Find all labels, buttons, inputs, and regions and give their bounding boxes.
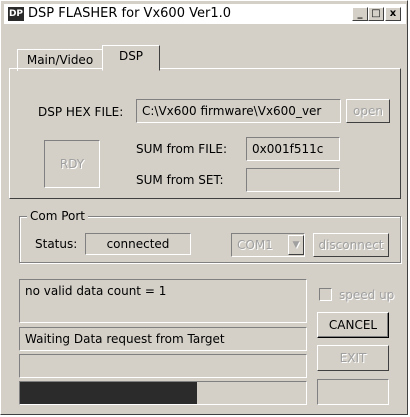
progress-bar xyxy=(19,381,307,405)
dsp-tab-panel: DSP HEX FILE: C:\Vx600 firmware\Vx600_ve… xyxy=(9,68,401,199)
log-message-box: no valid data count = 1 xyxy=(19,279,307,323)
speed-up-checkbox[interactable] xyxy=(319,288,332,301)
com-port-group-label: Com Port xyxy=(27,209,89,223)
tab-dsp[interactable]: DSP xyxy=(102,45,160,71)
exit-button[interactable]: EXIT xyxy=(317,345,389,371)
sum-from-set-field[interactable] xyxy=(246,168,340,192)
window-title: DSP FLASHER for Vx600 Ver1.0 xyxy=(28,6,231,21)
dsp-hex-file-field[interactable]: C:\Vx600 firmware\Vx600_ver xyxy=(136,99,341,123)
sum-from-file-field[interactable]: 0x001f511c xyxy=(246,137,340,161)
progress-fill xyxy=(20,382,198,404)
rdy-indicator: RDY xyxy=(44,140,100,188)
dsp-hex-file-label: DSP HEX FILE: xyxy=(38,105,124,119)
sum-from-file-label: SUM from FILE: xyxy=(136,142,228,156)
small-info-box xyxy=(317,379,389,405)
info-message-box xyxy=(19,354,307,378)
close-button[interactable]: x xyxy=(385,7,401,21)
cancel-button[interactable]: CANCEL xyxy=(317,312,389,338)
app-icon: DP xyxy=(8,7,24,21)
chevron-down-icon[interactable]: ▼ xyxy=(288,235,304,255)
open-button[interactable]: open xyxy=(346,99,390,123)
com-port-value: COM1 xyxy=(237,238,273,252)
main-window: DP DSP FLASHER for Vx600 Ver1.0 _ □ x Ma… xyxy=(0,0,408,415)
title-bar[interactable]: DP DSP FLASHER for Vx600 Ver1.0 _ □ x xyxy=(4,4,406,24)
status-message-box: Waiting Data request from Target xyxy=(19,327,307,351)
maximize-button[interactable]: □ xyxy=(368,7,384,21)
minimize-button[interactable]: _ xyxy=(352,7,368,21)
sum-from-set-label: SUM from SET: xyxy=(136,173,224,187)
status-field: connected xyxy=(85,233,191,255)
speed-up-label: speed up xyxy=(339,288,395,302)
disconnect-button[interactable]: disconnect xyxy=(313,233,389,257)
status-label: Status: xyxy=(35,237,78,251)
